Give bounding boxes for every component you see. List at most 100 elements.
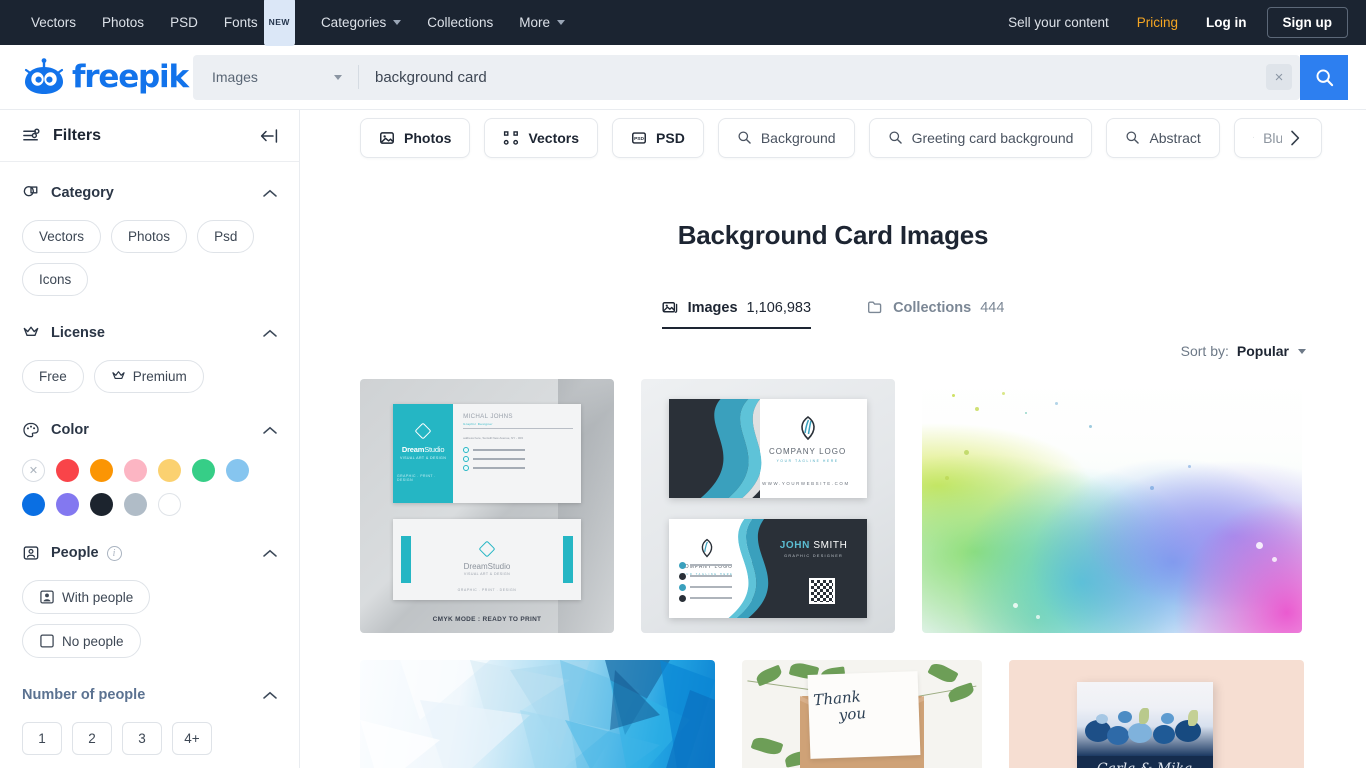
card-contact-list [678, 561, 732, 606]
result-card-watercolor-rainbow-background[interactable] [922, 379, 1302, 633]
chips-next-button[interactable] [1282, 124, 1308, 151]
card-person-role: GRAPHIC DESIGNER [784, 554, 844, 559]
leaf [927, 660, 959, 687]
number-of-people-options: 1 2 3 4+ [22, 722, 277, 755]
chevron-up-icon[interactable] [263, 189, 277, 198]
freepik-logo[interactable]: freepik [18, 58, 193, 96]
chevron-up-icon[interactable] [263, 329, 277, 338]
result-card-blue-polygon-background[interactable] [360, 660, 715, 768]
license-option-premium[interactable]: Premium [93, 360, 204, 393]
category-option-icons[interactable]: Icons [22, 263, 89, 296]
category-option-photos[interactable]: Photos [111, 220, 188, 253]
hexagon-logo-icon [478, 540, 496, 558]
result-card-thank-you-card[interactable]: Thank you [742, 660, 982, 768]
nav-item-fonts[interactable]: Fonts NEW [211, 0, 308, 47]
collapse-sidebar-button[interactable] [259, 128, 279, 144]
chip-psd[interactable]: PSD PSD [612, 117, 704, 158]
filter-section-title: License [51, 325, 105, 341]
nav-item-vectors[interactable]: Vectors [18, 0, 89, 45]
people-option-no-people[interactable]: No people [22, 624, 141, 658]
filter-section-license: License Free Premium [0, 302, 299, 399]
color-swatch-clear[interactable]: ✕ [22, 459, 45, 482]
people-option-with-people[interactable]: With people [22, 580, 151, 614]
login-link[interactable]: Log in [1192, 15, 1261, 30]
chevron-up-icon[interactable] [263, 549, 277, 558]
nav-item-psd[interactable]: PSD [157, 0, 211, 45]
color-swatch-orange[interactable] [90, 459, 113, 482]
top-nav-account-area: Sell your content Pricing Log in Sign up [994, 7, 1348, 38]
speckle [1055, 401, 1058, 405]
color-swatch-white[interactable] [158, 493, 181, 516]
nav-item-categories[interactable]: Categories [308, 0, 414, 45]
result-card-wedding-invitation-card[interactable]: Carla & Mika [1009, 660, 1304, 768]
rose [1106, 726, 1129, 746]
contact-item [678, 561, 732, 569]
chip-abstract[interactable]: Abstract [1106, 117, 1220, 158]
search-input[interactable] [359, 54, 1266, 100]
hexagon-logo-icon [414, 422, 432, 440]
search-type-select[interactable]: Images [193, 55, 358, 100]
color-swatch-black[interactable] [90, 493, 113, 516]
category-option-vectors[interactable]: Vectors [22, 220, 102, 253]
color-swatch-blue[interactable] [22, 493, 45, 516]
filter-section-header[interactable]: Number of people [22, 678, 277, 712]
license-options: Free Premium [22, 360, 277, 393]
color-swatch-gray[interactable] [124, 493, 147, 516]
number-option-1[interactable]: 1 [22, 722, 62, 755]
clear-search-button[interactable]: × [1266, 64, 1292, 90]
color-swatch-purple[interactable] [56, 493, 79, 516]
search-icon [738, 131, 751, 144]
floral-artwork [1076, 681, 1213, 756]
card-services: GRAPHIC . PRINT . DESIGN [457, 587, 517, 592]
chip-blue-background[interactable]: Blue b [1233, 117, 1322, 158]
filter-section-people: People i With people No people [0, 522, 299, 664]
business-card-back: DreamStudio VISUAL ART & DESIGN GRAPHIC … [393, 518, 581, 600]
color-swatch-green[interactable] [192, 459, 215, 482]
number-option-3[interactable]: 3 [122, 722, 162, 755]
number-option-2[interactable]: 2 [72, 722, 112, 755]
chevron-up-icon[interactable] [263, 691, 277, 700]
chip-background[interactable]: Background [717, 117, 855, 158]
chip-greeting-card-background[interactable]: Greeting card background [868, 117, 1093, 158]
chevron-up-icon[interactable] [263, 426, 277, 435]
tab-label: Images [687, 299, 738, 316]
result-card-dream-studio-business-card[interactable]: DreamStudio VISUAL ART & DESIGN GRAPHIC … [360, 379, 614, 633]
nav-item-more[interactable]: More [506, 0, 578, 45]
speckle [944, 475, 949, 480]
search-type-value: Images [212, 69, 258, 85]
chip-vectors[interactable]: Vectors [484, 117, 599, 158]
number-option-4plus[interactable]: 4+ [172, 722, 212, 755]
category-option-psd[interactable]: Psd [197, 220, 255, 253]
color-swatch-red[interactable] [56, 459, 79, 482]
filter-section-header[interactable]: Category [22, 176, 277, 210]
chip-photos[interactable]: Photos [360, 117, 471, 158]
tab-images[interactable]: Images 1,106,983 [661, 299, 812, 329]
result-card-wave-business-card[interactable]: COMPANY LOGO YOUR TAGLINE HERE WWW.YOURW… [641, 379, 895, 633]
info-icon[interactable]: i [106, 545, 122, 561]
speckle [1036, 615, 1040, 620]
color-swatch-light-blue[interactable] [226, 459, 249, 482]
filter-section-header[interactable]: Color [22, 413, 277, 447]
web-icon [678, 594, 686, 602]
filters-title: Filters [53, 126, 102, 144]
crown-icon [112, 371, 125, 380]
sort-value[interactable]: Popular [1237, 343, 1289, 359]
nav-item-photos[interactable]: Photos [89, 0, 157, 45]
tab-collections[interactable]: Collections 444 [867, 299, 1004, 329]
color-swatch-pink[interactable] [124, 459, 147, 482]
nav-item-collections[interactable]: Collections [414, 0, 506, 45]
color-swatch-yellow[interactable] [158, 459, 181, 482]
filter-section-header[interactable]: People i [22, 536, 277, 570]
mail-icon [463, 455, 470, 462]
chevron-down-icon[interactable] [1298, 348, 1306, 354]
contact-item [678, 572, 732, 580]
license-option-free[interactable]: Free [22, 360, 84, 393]
filter-section-header[interactable]: License [22, 316, 277, 350]
search-submit-button[interactable] [1300, 54, 1348, 100]
filters-header: Filters [0, 110, 299, 162]
leaf-logo-icon [697, 538, 717, 558]
tab-label: Collections [893, 299, 972, 316]
sell-your-content-link[interactable]: Sell your content [994, 15, 1123, 30]
pricing-link[interactable]: Pricing [1123, 15, 1192, 30]
signup-button[interactable]: Sign up [1266, 7, 1348, 38]
